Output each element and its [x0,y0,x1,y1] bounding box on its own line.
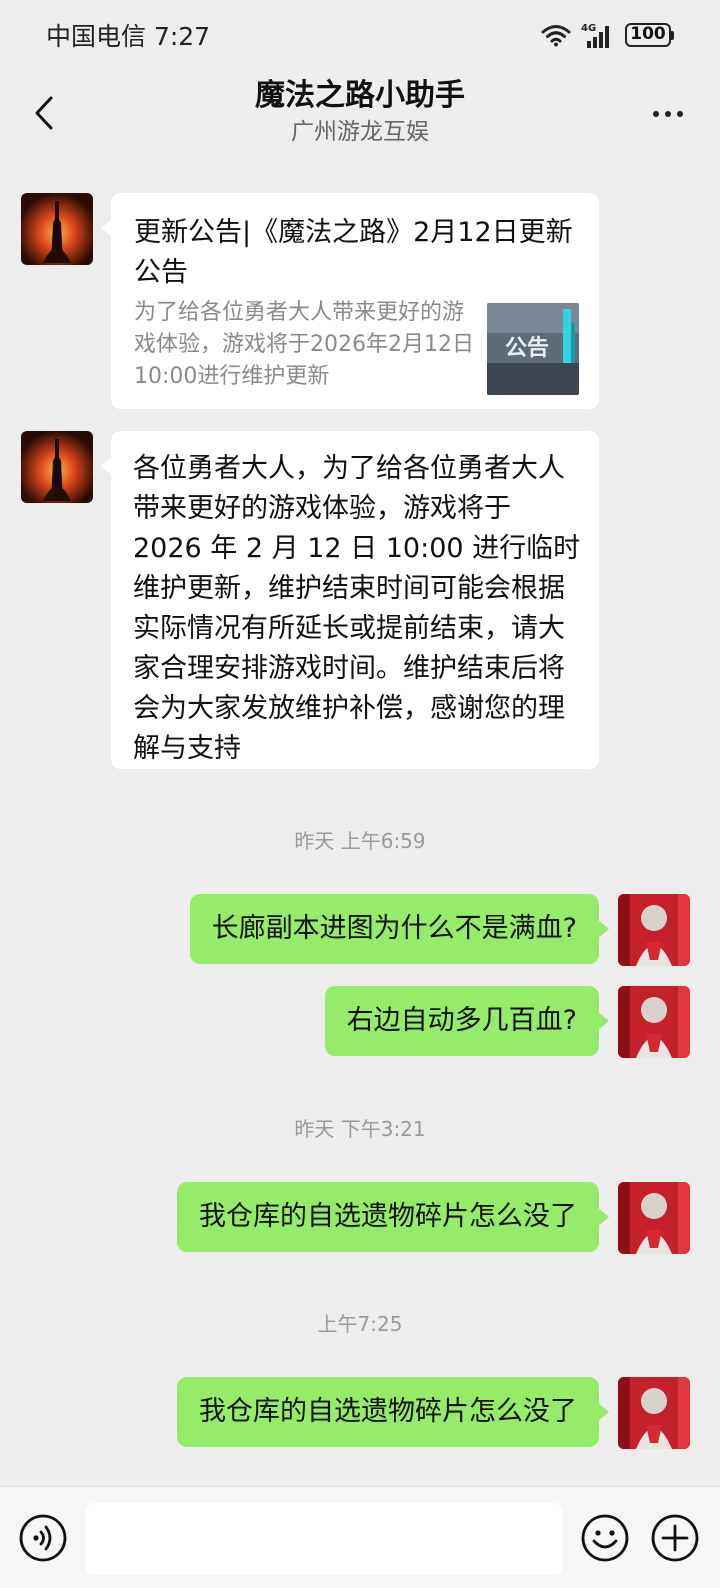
user-avatar[interactable] [618,986,690,1058]
input-bar [0,1486,720,1588]
article-title: 更新公告|《魔法之路》2月12日更新公告 [134,217,573,288]
timestamp: 昨天 下午3:21 [294,1117,426,1141]
user-message[interactable]: 我仓库的自选遗物碎片怎么没了 [177,1182,609,1252]
article-description: 为了给各位勇者大人带来更好的游戏体验，游戏将于2026年2月12日10:00进行… [134,300,474,389]
notice-text: 各位勇者大人，为了给各位勇者大人带来更好的游戏体验，游戏将于 2026 年 2 … [133,453,581,764]
more-icon [653,111,659,117]
user-message[interactable]: 右边自动多几百血? [324,986,610,1056]
thumbnail-text: 公告 [505,336,549,361]
voice-button[interactable] [18,1513,68,1563]
chat-header: 魔法之路小助手 广州游龙互娱 [0,70,720,158]
user-avatar[interactable] [618,1377,690,1449]
timestamp: 上午7:25 [317,1312,403,1336]
carrier-time: 中国电信 7:27 [46,22,211,51]
status-icons: 4G 100 [541,21,674,49]
user-message[interactable]: 长廊副本进图为什么不是满血? [189,894,610,964]
battery-level: 100 [625,23,671,47]
article-card[interactable]: 更新公告|《魔法之路》2月12日更新公告 为了给各位勇者大人带来更好的游戏体验，… [101,193,599,409]
notice-message[interactable]: 各位勇者大人，为了给各位勇者大人带来更好的游戏体验，游戏将于 2026 年 2 … [101,431,599,769]
message-input[interactable] [86,1503,562,1575]
page-title: 魔法之路小助手 [255,78,465,113]
title-block: 魔法之路小助手 广州游龙互娱 [0,76,720,148]
user-avatar[interactable] [618,1182,690,1254]
voice-icon [19,1514,67,1562]
page-subtitle: 广州游龙互娱 [291,119,429,145]
more-button[interactable] [644,94,692,134]
battery-icon: 100 [625,23,674,47]
emoji-button[interactable] [580,1513,630,1563]
bot-avatar[interactable] [21,431,93,503]
add-button[interactable] [650,1513,700,1563]
user-avatar[interactable] [618,894,690,966]
timestamp: 昨天 上午6:59 [294,829,426,853]
network-label: 4G [581,23,596,34]
article-thumbnail: 公告 [487,303,579,395]
add-icon [651,1514,699,1562]
bot-avatar[interactable] [21,193,93,265]
user-message[interactable]: 我仓库的自选遗物碎片怎么没了 [177,1377,609,1447]
status-bar: 中国电信 7:27 4G 100 [0,0,720,70]
signal-icon: 4G [581,21,615,49]
wifi-icon [541,23,571,47]
emoji-icon [581,1514,629,1562]
